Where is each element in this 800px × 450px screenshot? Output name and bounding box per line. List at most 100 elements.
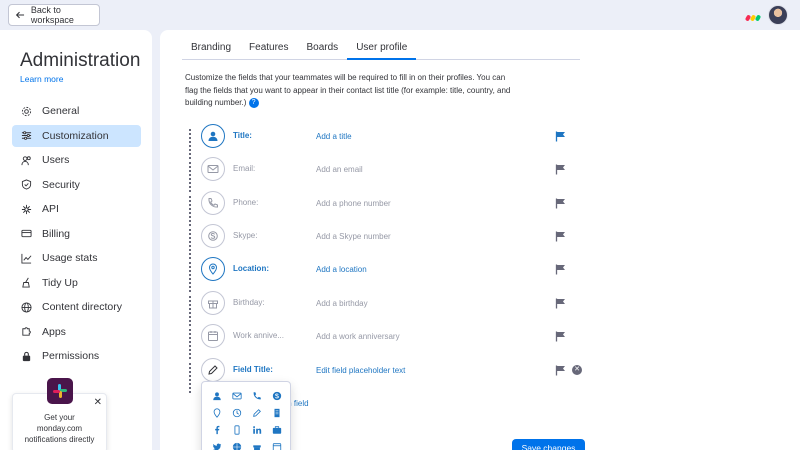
building-icon[interactable] [267,404,287,421]
field-row-location: Location: Add a location [185,257,575,292]
drag-handle-icon[interactable] [188,295,194,326]
person-icon[interactable] [207,387,227,404]
field-name[interactable]: Location: [233,264,269,273]
field-row-skype: Skype: Add a Skype number [185,224,575,259]
location-icon[interactable] [207,404,227,421]
broom-icon [22,277,30,288]
remove-field-button[interactable]: ✕ [572,365,582,375]
tab-boards[interactable]: Boards [298,42,348,60]
back-to-workspace-button[interactable]: Back to workspace [8,4,100,26]
arrow-left-icon [15,11,25,19]
field-placeholder[interactable]: Edit field placeholder text [316,366,405,375]
field-name[interactable]: Skype: [233,231,257,240]
field-placeholder[interactable]: Add a title [316,132,352,141]
field-placeholder[interactable]: Add an email [316,165,363,174]
gift-icon[interactable] [247,438,267,450]
field-name[interactable]: Birthday: [233,298,265,307]
person-icon[interactable] [201,124,225,148]
sidebar-item-usage-stats[interactable]: Usage stats [12,247,141,269]
sidebar-item-label: API [42,203,59,215]
sidebar-item-label: Tidy Up [42,276,78,289]
slack-promo-card[interactable]: ✕ Get your monday.com notifications dire… [12,378,107,450]
sidebar-item-apps[interactable]: Apps [12,321,141,343]
field-row-birthday: Birthday: Add a birthday [185,291,575,326]
help-icon[interactable]: ? [248,97,259,108]
field-placeholder[interactable]: Add a Skype number [316,232,391,241]
sidebar-item-customization[interactable]: Customization [12,124,141,147]
top-bar: Back to workspace [0,0,800,30]
drag-handle-icon[interactable] [188,195,194,226]
field-name[interactable]: Email: [233,164,255,173]
flag-icon[interactable] [555,298,566,309]
tabs: Branding Features Boards User profile [182,42,580,60]
field-name[interactable]: Phone: [233,198,258,207]
drag-handle-icon[interactable] [188,128,194,159]
twitter-icon[interactable] [207,438,227,450]
sidebar-item-api[interactable]: API [12,198,141,220]
drag-handle-icon[interactable] [188,261,194,292]
close-icon[interactable]: ✕ [94,397,102,408]
field-name[interactable]: Field Title: [233,365,273,374]
flag-icon[interactable] [555,365,566,376]
lock-icon [22,351,31,361]
sidebar-item-permissions[interactable]: Permissions [12,345,141,367]
calendar-icon[interactable] [267,438,287,450]
description: Customize the fields that your teammates… [185,72,515,110]
icon-picker [201,381,291,450]
phone-icon[interactable] [201,191,225,215]
api-icon [21,204,32,214]
skype-icon[interactable] [267,387,287,404]
mail-icon[interactable] [201,157,225,181]
skype-icon[interactable] [201,224,225,248]
avatar[interactable] [768,5,788,25]
drag-handle-icon[interactable] [188,362,194,393]
flag-icon[interactable] [555,331,566,342]
flag-icon[interactable] [555,164,566,175]
sidebar-item-security[interactable]: Security [12,174,141,196]
chart-icon [21,253,32,264]
linkedin-icon[interactable] [247,421,267,438]
mobile-icon[interactable] [227,421,247,438]
calendar-icon[interactable] [201,324,225,348]
drag-handle-icon[interactable] [188,228,194,259]
briefcase-icon[interactable] [267,421,287,438]
sidebar-item-billing[interactable]: Billing [12,223,141,245]
location-icon[interactable] [201,257,225,281]
sidebar-item-general[interactable]: General [12,100,141,122]
page-title: Administration [20,50,141,71]
field-name[interactable]: Title: [233,131,252,140]
field-placeholder[interactable]: Add a location [316,265,367,274]
sidebar-item-users[interactable]: Users [12,149,141,171]
sidebar-item-label: General [42,105,80,117]
globe-icon[interactable] [227,438,247,450]
facebook-icon[interactable] [207,421,227,438]
tab-user-profile[interactable]: User profile [347,42,417,60]
pencil-icon[interactable] [201,358,225,382]
field-placeholder[interactable]: Add a birthday [316,299,368,308]
description-text: Customize the fields that your teammates… [185,73,511,107]
clock-icon[interactable] [227,404,247,421]
sidebar-item-label: Permissions [42,350,100,362]
drag-handle-icon[interactable] [188,328,194,359]
flag-icon[interactable] [555,131,566,142]
sidebar-item-content-directory[interactable]: Content directory [12,296,141,318]
gift-icon[interactable] [201,291,225,315]
save-changes-button[interactable]: Save changes [512,439,585,450]
mail-icon[interactable] [227,387,247,404]
learn-more-link[interactable]: Learn more [20,74,63,84]
phone-icon[interactable] [247,387,267,404]
field-name[interactable]: Work annive... [233,331,284,340]
flag-icon[interactable] [555,198,566,209]
field-placeholder[interactable]: Add a phone number [316,199,391,208]
flag-icon[interactable] [555,264,566,275]
pencil-icon[interactable] [247,404,267,421]
puzzle-icon [22,327,31,336]
tab-branding[interactable]: Branding [182,42,240,60]
tab-features[interactable]: Features [240,42,297,60]
drag-handle-icon[interactable] [188,161,194,192]
flag-icon[interactable] [555,231,566,242]
field-placeholder[interactable]: Add a work anniversary [316,332,400,341]
back-label: Back to workspace [30,5,74,25]
sidebar-item-tidy-up[interactable]: Tidy Up [12,272,141,294]
field-row-work-anniversary: Work annive... Add a work anniversary [185,324,575,359]
